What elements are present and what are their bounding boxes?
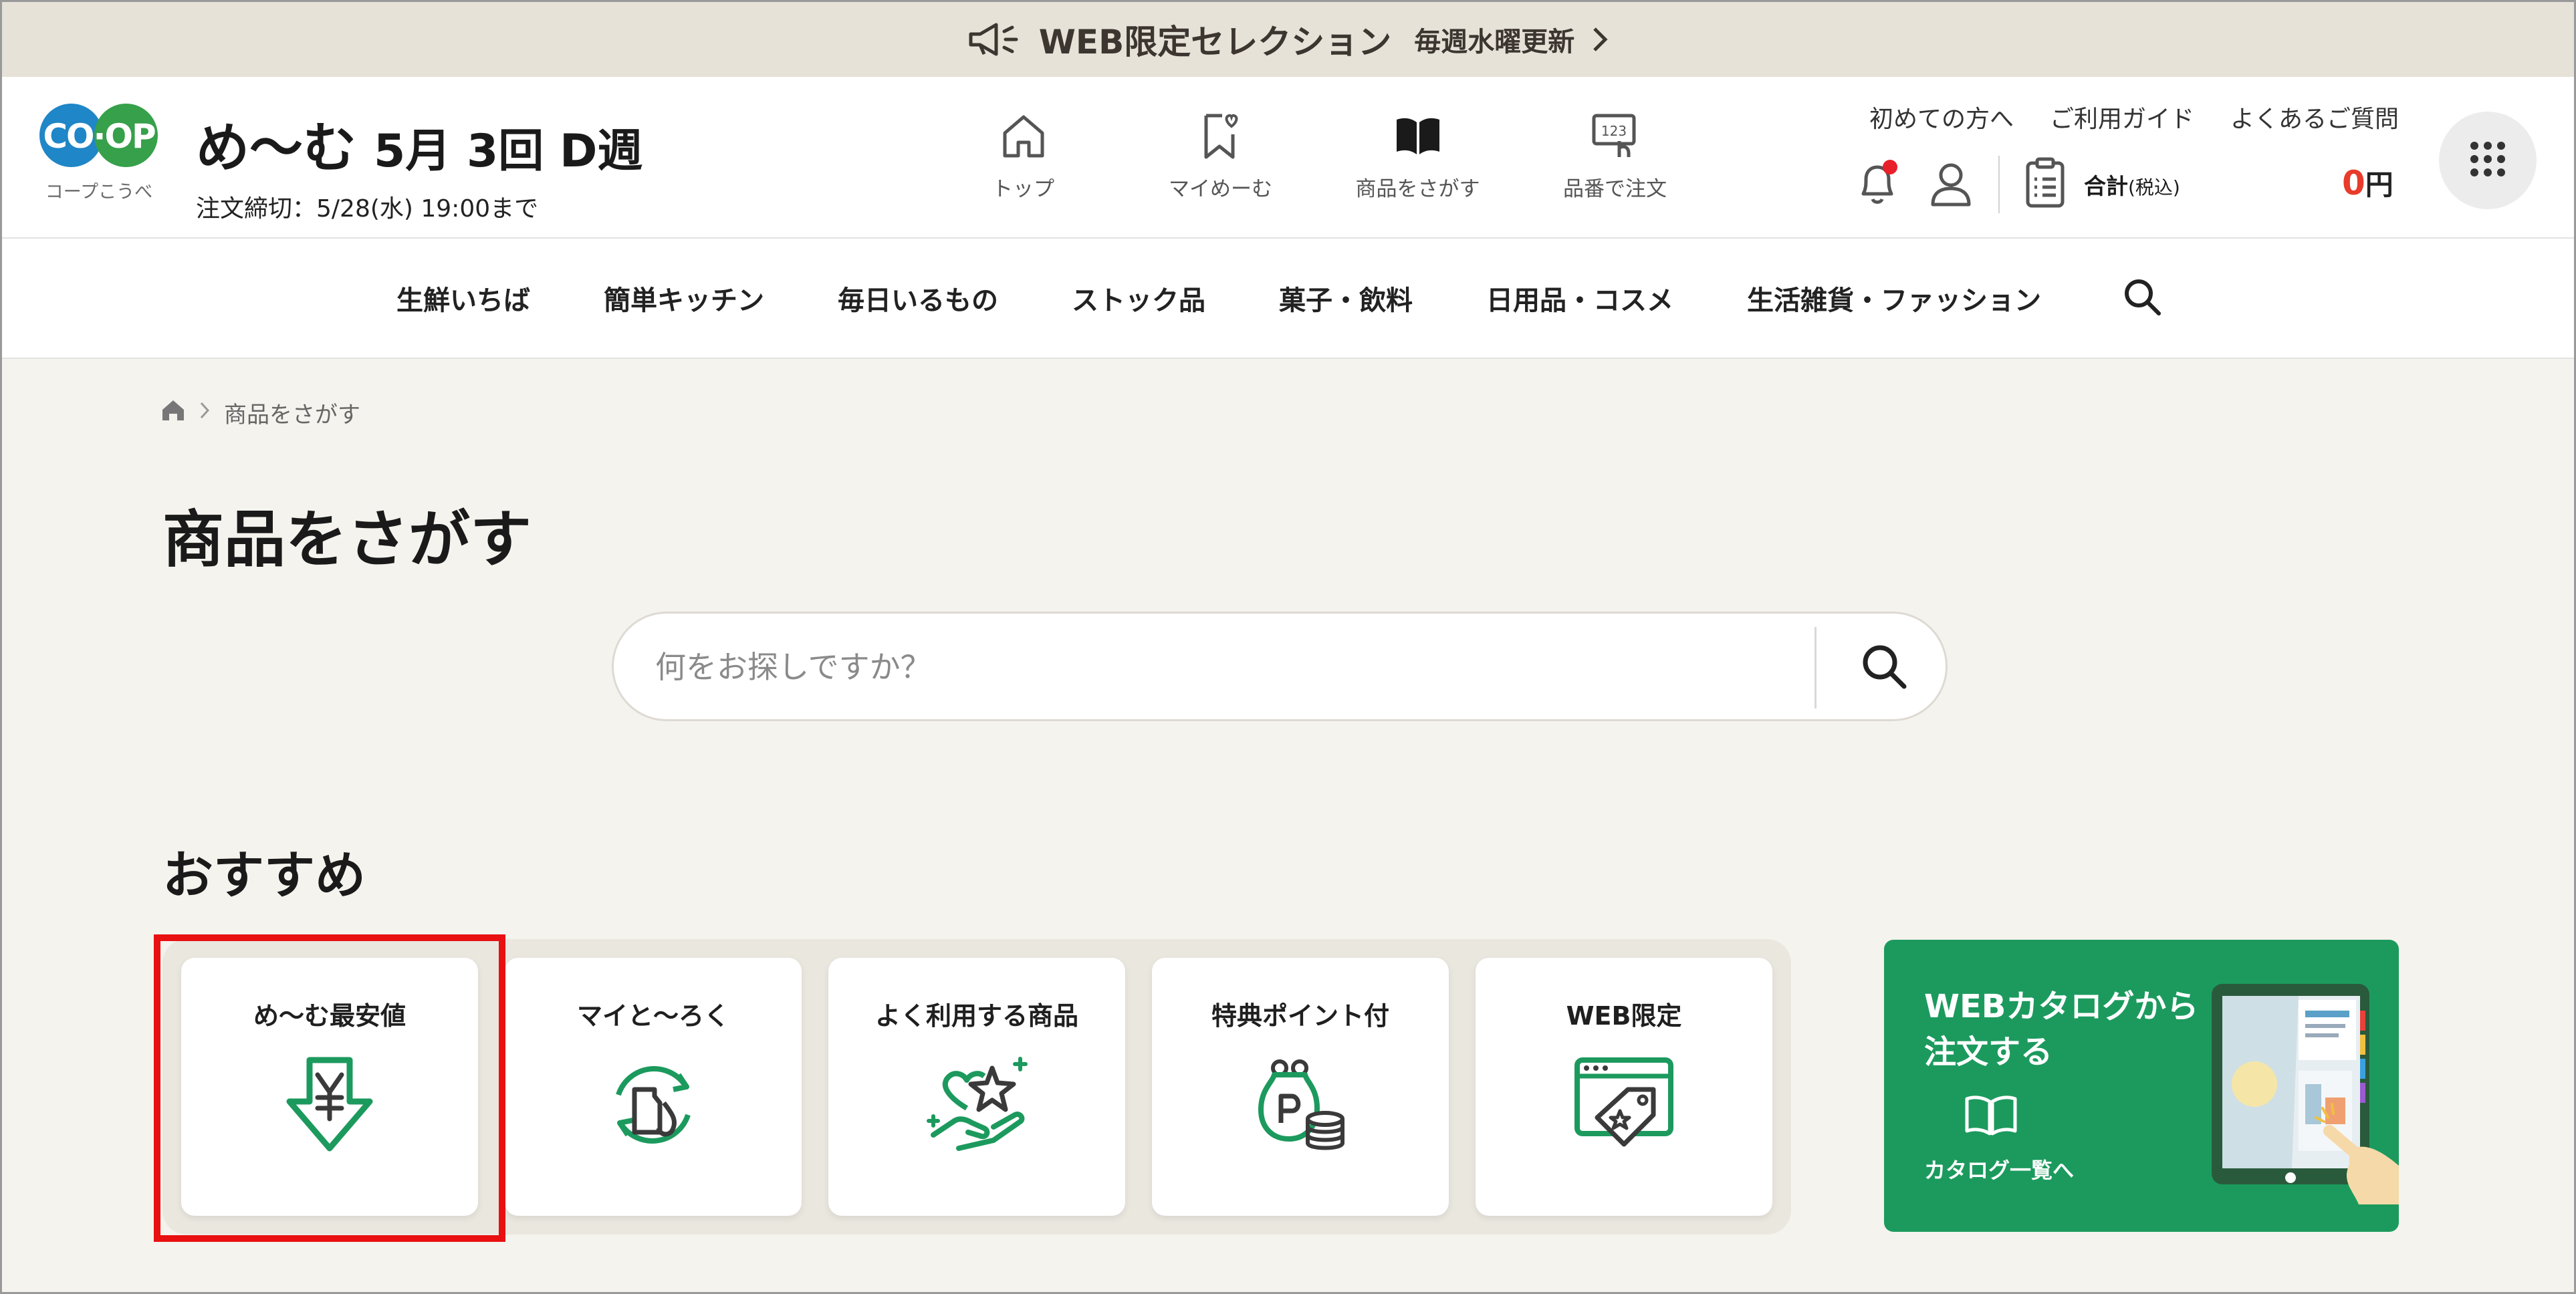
- logo-subtitle: コープこうべ: [45, 182, 153, 203]
- product-search-bar: [612, 612, 1948, 721]
- bookmark-heart-icon: [1195, 110, 1246, 164]
- chevron-right-icon: [1591, 25, 1611, 54]
- number-tap-icon: 123: [1590, 110, 1641, 164]
- nav-order-by-number[interactable]: 123 品番で注文: [1516, 110, 1714, 202]
- category-daily-goods-cosmetics[interactable]: 日用品・コスメ: [1486, 279, 1673, 317]
- card-label: マイと〜ろく: [576, 1001, 729, 1031]
- card-web-exclusive[interactable]: WEB限定: [1476, 958, 1772, 1216]
- search-icon: [1859, 641, 1909, 694]
- category-snacks-drinks[interactable]: 菓子・飲料: [1279, 279, 1413, 317]
- cart-total-label: 合計(税込): [2084, 173, 2180, 199]
- card-frequently-used[interactable]: よく利用する商品: [828, 958, 1125, 1216]
- card-bonus-points[interactable]: 特典ポイント付: [1152, 958, 1449, 1216]
- help-links: 初めての方へ ご利用ガイド よくあるご質問: [1869, 100, 2399, 134]
- promo-title: WEBカタログから 注文する: [1924, 988, 2199, 1071]
- category-fresh[interactable]: 生鮮いちば: [396, 279, 530, 317]
- nav-top[interactable]: トップ: [925, 110, 1122, 202]
- nav-my-meemu[interactable]: マイめーむ: [1122, 110, 1319, 202]
- selection-highlight-box: [154, 934, 505, 1242]
- category-easy-kitchen[interactable]: 簡単キッチン: [604, 279, 764, 317]
- breadcrumb: 商品をさがす: [160, 396, 360, 429]
- points-purse-icon: [1250, 1055, 1351, 1158]
- megaphone-icon: [965, 21, 1023, 58]
- book-outline-icon: [1963, 1093, 2019, 1140]
- site-header: CO·OP コープこうべ め〜む 5月 3回 D週 注文締切：5/28(水) 1…: [2, 77, 2574, 237]
- card-label: よく利用する商品: [874, 1001, 1078, 1031]
- search-submit-button[interactable]: [1831, 627, 1938, 708]
- user-account-icon[interactable]: [1927, 158, 1974, 211]
- user-tools: 合計(税込): [1854, 156, 2180, 213]
- search-icon[interactable]: [2121, 276, 2163, 320]
- link-faq[interactable]: よくあるご質問: [2230, 100, 2399, 134]
- web-catalog-promo[interactable]: WEBカタログから 注文する カタログ一覧へ: [1884, 940, 2399, 1232]
- banner-title: WEB限定セレクション: [1038, 23, 1392, 61]
- nav-label: 品番で注文: [1563, 177, 1667, 201]
- nav-label: マイめーむ: [1169, 177, 1272, 201]
- cart-clipboard-icon[interactable]: [2024, 156, 2067, 213]
- nav-label: 商品をさがす: [1355, 177, 1480, 201]
- category-daily-needs[interactable]: 毎日いるもの: [838, 279, 998, 317]
- nav-search-products[interactable]: 商品をさがす: [1319, 110, 1516, 202]
- tablet-catalog-illustration: [2198, 984, 2399, 1207]
- chevron-right-icon: [199, 400, 212, 426]
- order-deadline: 注文締切：5/28(水) 19:00まで: [196, 195, 539, 223]
- cart-total-amount: 0円: [2342, 164, 2393, 203]
- nav-label: トップ: [992, 177, 1054, 201]
- web-limited-banner[interactable]: WEB限定セレクション 毎週水曜更新: [2, 2, 2574, 77]
- card-my-registration[interactable]: マイと〜ろく: [505, 958, 802, 1216]
- search-input[interactable]: [655, 639, 1725, 695]
- banner-subtitle: 毎週水曜更新: [1414, 27, 1575, 57]
- service-brand: め〜む: [196, 117, 356, 179]
- home-icon[interactable]: [160, 398, 187, 428]
- category-nav: 生鮮いちば 簡単キッチン 毎日いるもの ストック品 菓子・飲料 日用品・コスメ …: [2, 237, 2574, 359]
- order-period: 5月 3回 D週: [374, 125, 643, 178]
- coop-logo[interactable]: CO·OP コープこうべ: [39, 104, 166, 204]
- breadcrumb-current: 商品をさがす: [224, 402, 360, 428]
- logo-mark: CO·OP: [43, 117, 156, 156]
- page-title: 商品をさがす: [162, 504, 532, 575]
- svg-text:123: 123: [1601, 123, 1626, 139]
- home-icon: [998, 110, 1049, 164]
- heart-star-hand-icon: [920, 1055, 1034, 1158]
- recycle-bottle-icon: [600, 1055, 707, 1158]
- header-nav: トップ マイめーむ 商品をさがす 123 品番で注文: [925, 110, 1714, 202]
- open-book-icon: [1393, 110, 1443, 164]
- recommended-heading: おすすめ: [162, 846, 366, 905]
- card-label: WEB限定: [1566, 1001, 1682, 1031]
- web-tag-icon: [1570, 1055, 1677, 1158]
- notification-bell-icon[interactable]: [1854, 158, 1901, 211]
- catalog-list-link[interactable]: カタログ一覧へ: [1924, 1154, 2074, 1184]
- grid-icon: [2468, 140, 2507, 181]
- divider: [1998, 156, 2000, 213]
- link-first-time[interactable]: 初めての方へ: [1869, 100, 2014, 134]
- menu-grid-button[interactable]: [2439, 112, 2537, 209]
- category-stock[interactable]: ストック品: [1072, 279, 1205, 317]
- card-label: 特典ポイント付: [1211, 1001, 1389, 1031]
- link-usage-guide[interactable]: ご利用ガイド: [2050, 100, 2194, 134]
- divider: [1814, 627, 1817, 708]
- order-period-block: め〜む 5月 3回 D週 注文締切：5/28(水) 19:00まで: [196, 105, 642, 224]
- category-household-fashion[interactable]: 生活雑貨・ファッション: [1747, 279, 2041, 317]
